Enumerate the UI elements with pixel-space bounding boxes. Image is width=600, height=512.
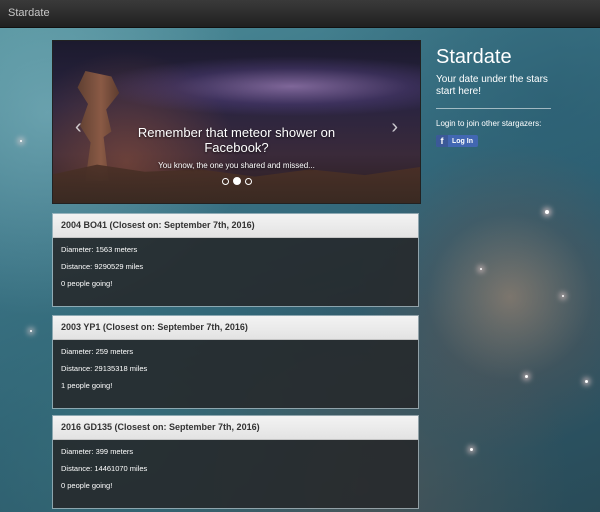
facebook-icon: f xyxy=(436,135,448,147)
hero-carousel: ‹ › Remember that meteor shower on Faceb… xyxy=(52,40,421,204)
star-decoration xyxy=(30,330,32,332)
asteroid-card-header: 2003 YP1 (Closest on: September 7th, 201… xyxy=(53,316,418,340)
star-decoration xyxy=(20,140,22,142)
top-navbar: Stardate xyxy=(0,0,600,28)
asteroid-diameter: Diameter: 259 meters xyxy=(61,347,134,356)
sidebar-tagline: Your date under the stars start here! xyxy=(436,74,548,97)
star-decoration xyxy=(585,380,588,383)
asteroid-card: 2003 YP1 (Closest on: September 7th, 201… xyxy=(52,315,419,409)
asteroid-going-count: 1 people going! xyxy=(61,381,113,390)
sidebar: Stardate Your date under the stars start… xyxy=(436,46,551,149)
carousel-indicator-3[interactable] xyxy=(244,178,252,185)
carousel-caption: Remember that meteor shower on Facebook?… xyxy=(53,125,420,170)
carousel-indicator-1[interactable] xyxy=(221,178,229,185)
asteroid-card: 2016 GD135 (Closest on: September 7th, 2… xyxy=(52,415,419,509)
facebook-login-label: Log In xyxy=(452,137,473,145)
star-decoration xyxy=(525,375,528,378)
asteroid-card-body: Diameter: 399 meters Distance: 14461070 … xyxy=(53,440,418,508)
navbar-brand[interactable]: Stardate xyxy=(8,7,50,19)
login-prompt: Login to join other stargazers: xyxy=(436,119,542,128)
asteroid-card-header: 2016 GD135 (Closest on: September 7th, 2… xyxy=(53,416,418,440)
asteroid-diameter: Diameter: 399 meters xyxy=(61,447,134,456)
carousel-indicator-2[interactable] xyxy=(232,177,241,185)
carousel-subtitle: You know, the one you shared and missed.… xyxy=(158,161,315,170)
asteroid-card-body: Diameter: 259 meters Distance: 29135318 … xyxy=(53,340,418,408)
facebook-login-button[interactable]: f Log In xyxy=(436,135,478,147)
star-decoration xyxy=(480,268,482,270)
sidebar-title: Stardate xyxy=(436,46,512,68)
star-decoration xyxy=(562,295,564,297)
asteroid-going-count: 0 people going! xyxy=(61,481,113,490)
carousel-indicators xyxy=(53,177,420,185)
asteroid-diameter: Diameter: 1563 meters xyxy=(61,245,138,254)
asteroid-going-count: 0 people going! xyxy=(61,279,113,288)
star-decoration xyxy=(545,210,549,214)
asteroid-distance: Distance: 14461070 miles xyxy=(61,464,148,473)
carousel-title: Remember that meteor shower on Facebook? xyxy=(137,125,336,155)
sidebar-divider xyxy=(436,108,551,109)
asteroid-distance: Distance: 9290529 miles xyxy=(61,262,144,271)
asteroid-card-header: 2004 BO41 (Closest on: September 7th, 20… xyxy=(53,214,418,238)
asteroid-card: 2004 BO41 (Closest on: September 7th, 20… xyxy=(52,213,419,307)
star-decoration xyxy=(470,448,473,451)
asteroid-card-body: Diameter: 1563 meters Distance: 9290529 … xyxy=(53,238,418,306)
asteroid-distance: Distance: 29135318 miles xyxy=(61,364,148,373)
